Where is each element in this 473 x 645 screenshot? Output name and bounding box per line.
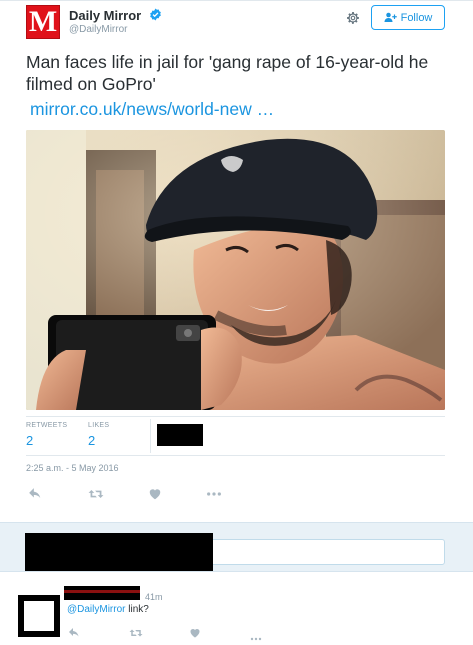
retweet-icon[interactable] <box>88 487 104 501</box>
tweet-stats: RETWEETS 2 LIKES 2 <box>26 416 445 456</box>
more-icon[interactable] <box>206 487 222 501</box>
retweets-label: RETWEETS <box>26 422 68 429</box>
selfie-photo[interactable] <box>26 130 445 410</box>
logo-letter: M <box>28 5 58 38</box>
comment-more-icon[interactable] <box>249 629 263 641</box>
account-name[interactable]: Daily Mirror <box>69 8 141 23</box>
comment-retweet-icon[interactable] <box>129 626 143 638</box>
redacted-username <box>64 586 140 600</box>
like-icon[interactable] <box>148 487 162 501</box>
redacted-reply-avatar <box>25 533 213 571</box>
avatar[interactable] <box>18 595 60 637</box>
add-user-icon <box>384 12 397 22</box>
reply-icon[interactable] <box>28 487 42 501</box>
stats-divider <box>150 419 151 453</box>
gear-icon[interactable] <box>345 10 361 26</box>
comment-body: link? <box>125 604 149 615</box>
avatar-placeholder <box>24 601 54 631</box>
tweet-text: Man faces life in jail for 'gang rape of… <box>26 52 429 94</box>
daily-mirror-logo[interactable]: M <box>26 5 60 39</box>
photo-scene <box>26 130 445 410</box>
comment-mention[interactable]: @DailyMirror <box>67 604 125 615</box>
tweet-card: M Daily Mirror @DailyMirror Follow Man f… <box>0 0 473 522</box>
verified-badge-icon <box>150 8 161 21</box>
retweets-count[interactable]: 2 <box>26 433 33 448</box>
tweet-timestamp[interactable]: 2:25 a.m. - 5 May 2016 <box>26 463 119 473</box>
reply-zone <box>0 522 473 572</box>
comment-reply-icon[interactable] <box>68 626 80 638</box>
comment-time[interactable]: 41m <box>145 592 163 602</box>
likes-label: LIKES <box>88 422 110 429</box>
redacted-avatars <box>157 424 203 446</box>
comment-like-icon[interactable] <box>189 626 201 638</box>
comment-text: @DailyMirror link? <box>67 604 149 615</box>
follow-button[interactable]: Follow <box>371 5 445 30</box>
reply-comment: 41m @DailyMirror link? <box>0 583 473 645</box>
tweet-link[interactable]: mirror.co.uk/news/world-new … <box>30 99 274 120</box>
likes-count[interactable]: 2 <box>88 433 95 448</box>
account-handle[interactable]: @DailyMirror <box>69 24 127 35</box>
follow-label: Follow <box>400 11 433 24</box>
redaction-mark <box>64 590 140 593</box>
